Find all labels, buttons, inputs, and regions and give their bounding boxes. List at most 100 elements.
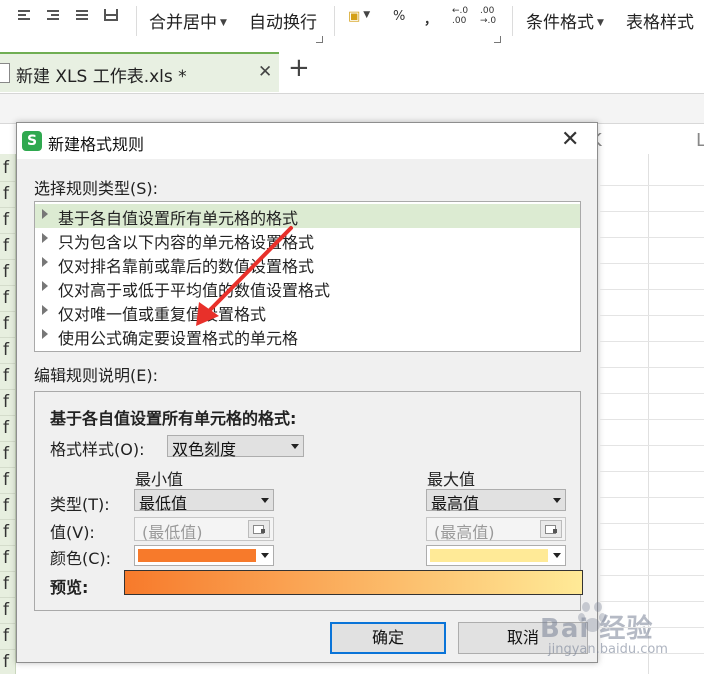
table-style-button[interactable]: 表格样式: [626, 8, 694, 33]
sheet-cell[interactable]: f: [0, 598, 15, 624]
ribbon-toolbar: 合并居中 ▼ 自动换行 ▣ ▼ % ， ←.0 .00 .00 →.0 条件格式 ▼ …: [0, 0, 704, 46]
baidu-paw-logo-icon: [578, 602, 608, 636]
type-label: 类型(T):: [50, 495, 110, 514]
grid-line: [600, 367, 704, 368]
format-style-label: 格式样式(O):: [50, 440, 145, 459]
edit-description-label: 编辑规则说明(E):: [34, 366, 158, 385]
value-label: 值(V):: [50, 523, 95, 542]
max-color-picker[interactable]: [426, 545, 566, 566]
cell-text: f: [3, 574, 9, 594]
sheet-cell[interactable]: f: [0, 390, 15, 416]
grid-line: [600, 653, 704, 654]
decrease-decimal-button[interactable]: .00 →.0: [480, 6, 496, 26]
sheet-cell[interactable]: f: [0, 208, 15, 234]
sheet-cell[interactable]: f: [0, 546, 15, 572]
distribute-icon[interactable]: [104, 9, 118, 23]
sheet-cell[interactable]: f: [0, 312, 15, 338]
justify-icon[interactable]: [76, 9, 90, 23]
rule-item-unique-duplicate[interactable]: 仅对唯一值或重复值设置格式: [35, 300, 580, 324]
bullet-triangle-icon: [42, 209, 48, 219]
toolbar-separator: [136, 6, 137, 36]
min-value-text: (最低值): [142, 523, 203, 542]
max-value-text: (最高值): [434, 523, 495, 542]
max-type-select[interactable]: 最高值: [426, 489, 566, 513]
rule-item-each-value[interactable]: 基于各自值设置所有单元格的格式: [35, 204, 580, 228]
sheet-cell[interactable]: f: [0, 442, 15, 468]
rule-item-top-bottom[interactable]: 仅对排名靠前或靠后的数值设置格式: [35, 252, 580, 276]
grid-line: [600, 237, 704, 238]
grid-line: [600, 393, 704, 394]
column-header-l[interactable]: L: [696, 130, 704, 151]
close-icon[interactable]: ✕: [561, 127, 579, 152]
number-format-settings-icon[interactable]: [494, 36, 501, 43]
document-tab-title: 新建 XLS 工作表.xls *: [16, 67, 187, 87]
dropdown-arrow-icon: [261, 498, 269, 503]
sheet-cell[interactable]: f: [0, 182, 15, 208]
grid-line: [600, 627, 704, 628]
align-left-icon[interactable]: [18, 9, 32, 23]
description-heading: 基于各自值设置所有单元格的格式:: [50, 409, 297, 428]
sheet-cell[interactable]: f: [0, 260, 15, 286]
rule-item-contains[interactable]: 只为包含以下内容的单元格设置格式: [35, 228, 580, 252]
align-right-icon[interactable]: [47, 9, 61, 23]
cell-text: f: [3, 652, 9, 672]
sheet-cell[interactable]: f: [0, 468, 15, 494]
min-type-select[interactable]: 最低值: [134, 489, 274, 513]
sheet-cell[interactable]: f: [0, 624, 15, 650]
rule-item-label: 仅对排名靠前或靠后的数值设置格式: [58, 257, 315, 276]
dialog-title: 新建格式规则: [48, 135, 145, 154]
sheet-cell[interactable]: f: [0, 650, 15, 674]
sheet-cell[interactable]: f: [0, 364, 15, 390]
cell-picker-icon[interactable]: [540, 520, 562, 538]
alignment-settings-icon[interactable]: [316, 36, 323, 43]
wps-spreadsheet-logo-icon: S: [22, 131, 42, 151]
min-color-picker[interactable]: [134, 545, 274, 566]
sheet-cell[interactable]: f: [0, 416, 15, 442]
merge-center-button[interactable]: 合并居中 ▼: [149, 8, 227, 33]
sheet-cell[interactable]: f: [0, 572, 15, 598]
thousands-separator-button[interactable]: ，: [424, 9, 437, 28]
percent-format-button[interactable]: %: [393, 9, 405, 24]
dialog-titlebar: S 新建格式规则 ✕: [17, 123, 597, 159]
rule-item-above-below-average[interactable]: 仅对高于或低于平均值的数值设置格式: [35, 276, 580, 300]
cell-text: f: [3, 366, 9, 386]
cell-text: f: [3, 522, 9, 542]
cell-text: f: [3, 418, 9, 438]
min-value-field[interactable]: (最低值): [134, 517, 274, 542]
rule-item-label: 仅对高于或低于平均值的数值设置格式: [58, 281, 331, 300]
maximum-header: 最大值: [427, 470, 476, 489]
cell-text: f: [3, 340, 9, 360]
max-color-swatch: [430, 549, 548, 562]
conditional-format-button[interactable]: 条件格式 ▼: [526, 8, 604, 33]
cell-text: f: [3, 262, 9, 282]
grid-line: [600, 549, 704, 550]
document-tab-bar: 新建 XLS 工作表.xls * ✕ +: [0, 46, 704, 94]
cell-text: f: [3, 314, 9, 334]
sheet-cell[interactable]: f: [0, 286, 15, 312]
cell-text: f: [3, 210, 9, 230]
new-tab-button[interactable]: +: [288, 55, 310, 81]
bullet-triangle-icon: [42, 233, 48, 243]
cell-text: f: [3, 158, 9, 178]
cell-text: f: [3, 444, 9, 464]
visible-cell-column: ffffffffffffffffffff: [0, 154, 16, 674]
sheet-cell[interactable]: f: [0, 494, 15, 520]
sheet-cell[interactable]: f: [0, 156, 15, 182]
rule-item-formula[interactable]: 使用公式确定要设置格式的单元格: [35, 324, 580, 348]
close-tab-icon[interactable]: ✕: [258, 62, 272, 82]
max-type-value: 最高值: [431, 494, 480, 513]
document-tab[interactable]: 新建 XLS 工作表.xls * ✕: [0, 52, 279, 92]
format-style-select[interactable]: 双色刻度: [167, 435, 304, 459]
caret-down-icon: ▼: [597, 18, 604, 28]
sheet-cell[interactable]: f: [0, 520, 15, 546]
cell-picker-icon[interactable]: [248, 520, 270, 538]
max-value-field[interactable]: (最高值): [426, 517, 566, 542]
sheet-cell[interactable]: f: [0, 234, 15, 260]
wrap-text-button[interactable]: 自动换行: [249, 8, 317, 33]
currency-format-button[interactable]: ▣ ▼: [348, 9, 370, 24]
ok-button[interactable]: 确定: [330, 622, 446, 654]
sheet-cell[interactable]: f: [0, 338, 15, 364]
watermark-url: jingyan.baidu.com: [548, 642, 668, 657]
increase-decimal-button[interactable]: ←.0 .00: [452, 6, 468, 26]
rule-item-label: 基于各自值设置所有单元格的格式: [58, 209, 299, 228]
